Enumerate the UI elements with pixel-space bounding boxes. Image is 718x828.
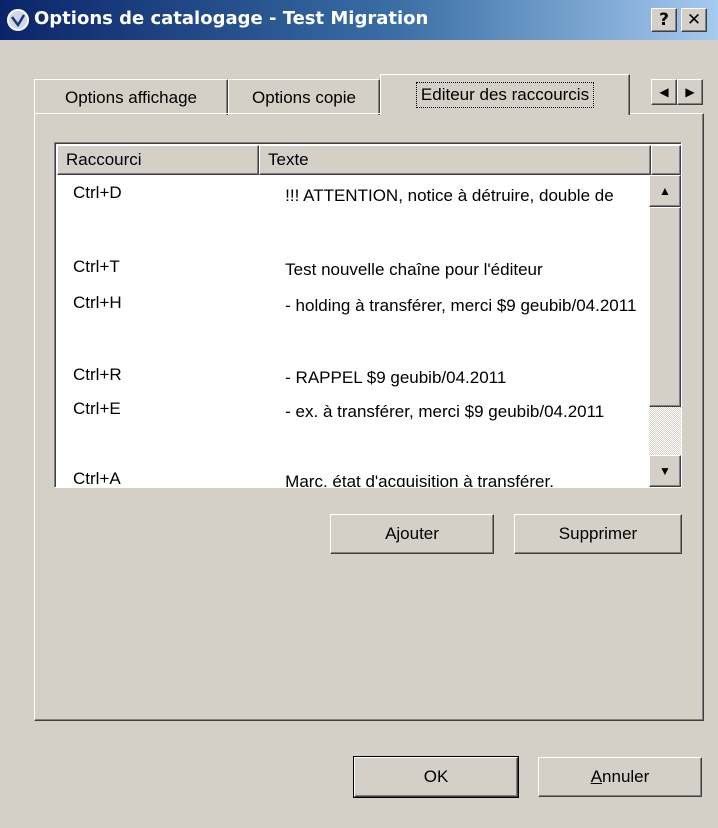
cancel-button[interactable]: Annuler [538, 757, 702, 797]
arrow-up-icon: ▲ [659, 184, 671, 198]
shortcut-key: Ctrl+T [73, 257, 120, 276]
add-button-label: Ajouter [385, 524, 439, 543]
arrow-down-icon: ▼ [659, 464, 671, 478]
column-header-filler [651, 145, 681, 175]
shortcut-key: Ctrl+H [73, 293, 122, 312]
column-header-texte[interactable]: Texte [259, 145, 651, 175]
cancel-label-rest: nnuler [602, 767, 650, 786]
shortcut-text: - RAPPEL $9 geubib/04.2011 [271, 368, 507, 387]
shortcuts-table[interactable]: Raccourci Texte Ctrl+D !!! ATTENTION, no… [54, 142, 682, 488]
ok-button-label: OK [423, 767, 449, 786]
cancel-mnemonic: A [590, 767, 603, 786]
shortcut-key: Ctrl+D [73, 183, 122, 202]
close-button[interactable]: ✕ [681, 8, 707, 32]
window-title: Options de catalogage - Test Migration [34, 8, 429, 29]
help-icon: ? [659, 10, 669, 30]
tab-options-affichage[interactable]: Options affichage [34, 79, 228, 115]
shortcut-key: Ctrl+R [73, 365, 122, 384]
table-row[interactable]: Ctrl+R - RAPPEL $9 geubib/04.2011 [57, 365, 649, 391]
tab-label: Options copie [252, 87, 356, 107]
table-row[interactable]: Ctrl+D !!! ATTENTION, notice à détruire,… [57, 183, 649, 247]
delete-button-label: Supprimer [558, 524, 638, 543]
shortcut-text: Marc, état d'acquisition à transférer, [271, 472, 554, 488]
ok-button[interactable]: OK [353, 756, 519, 798]
title-bar[interactable]: Options de catalogage - Test Migration ?… [0, 0, 718, 40]
shortcut-text: !!! ATTENTION, notice à détruire, double… [271, 186, 614, 205]
tab-label: Options affichage [65, 87, 197, 107]
cancel-button-label: Annuler [591, 767, 650, 787]
tab-scroll-left-button[interactable]: ◀ [651, 79, 677, 105]
help-button[interactable]: ? [651, 8, 677, 32]
table-row[interactable]: Ctrl+H - holding à transférer, merci $9 … [57, 293, 649, 357]
vertical-scrollbar[interactable]: ▲ ▼ [649, 175, 681, 487]
tab-scroll-right-button[interactable]: ▶ [677, 79, 703, 105]
column-label: Raccourci [66, 150, 142, 169]
arrow-left-icon: ◀ [659, 85, 669, 99]
table-row[interactable]: Ctrl+T Test nouvelle chaîne pour l'édite… [57, 257, 649, 283]
arrow-right-icon: ▶ [685, 85, 695, 99]
scroll-down-button[interactable]: ▼ [649, 455, 681, 487]
shortcut-text: - holding à transférer, merci $9 geubib/… [271, 296, 637, 315]
close-icon: ✕ [686, 10, 702, 30]
shortcut-text: Test nouvelle chaîne pour l'éditeur [271, 260, 543, 279]
tab-label: Editeur des raccourcis [415, 82, 595, 108]
tab-options-copie[interactable]: Options copie [228, 79, 380, 115]
shortcut-key: Ctrl+A [73, 469, 121, 488]
delete-button[interactable]: Supprimer [514, 514, 682, 554]
scroll-thumb[interactable] [649, 207, 681, 407]
table-header: Raccourci Texte [57, 145, 681, 175]
table-row[interactable]: Ctrl+A Marc, état d'acquisition à transf… [57, 469, 649, 488]
scroll-up-button[interactable]: ▲ [649, 175, 681, 207]
shortcut-text: - ex. à transférer, merci $9 geubib/04.2… [271, 402, 605, 421]
app-icon [7, 9, 29, 31]
tab-editeur-des-raccourcis[interactable]: Editeur des raccourcis [380, 74, 630, 115]
column-header-raccourci[interactable]: Raccourci [57, 145, 259, 175]
shortcut-key: Ctrl+E [73, 399, 121, 418]
column-label: Texte [268, 150, 309, 169]
table-row[interactable]: Ctrl+E - ex. à transférer, merci $9 geub… [57, 399, 649, 463]
add-button[interactable]: Ajouter [330, 514, 494, 554]
